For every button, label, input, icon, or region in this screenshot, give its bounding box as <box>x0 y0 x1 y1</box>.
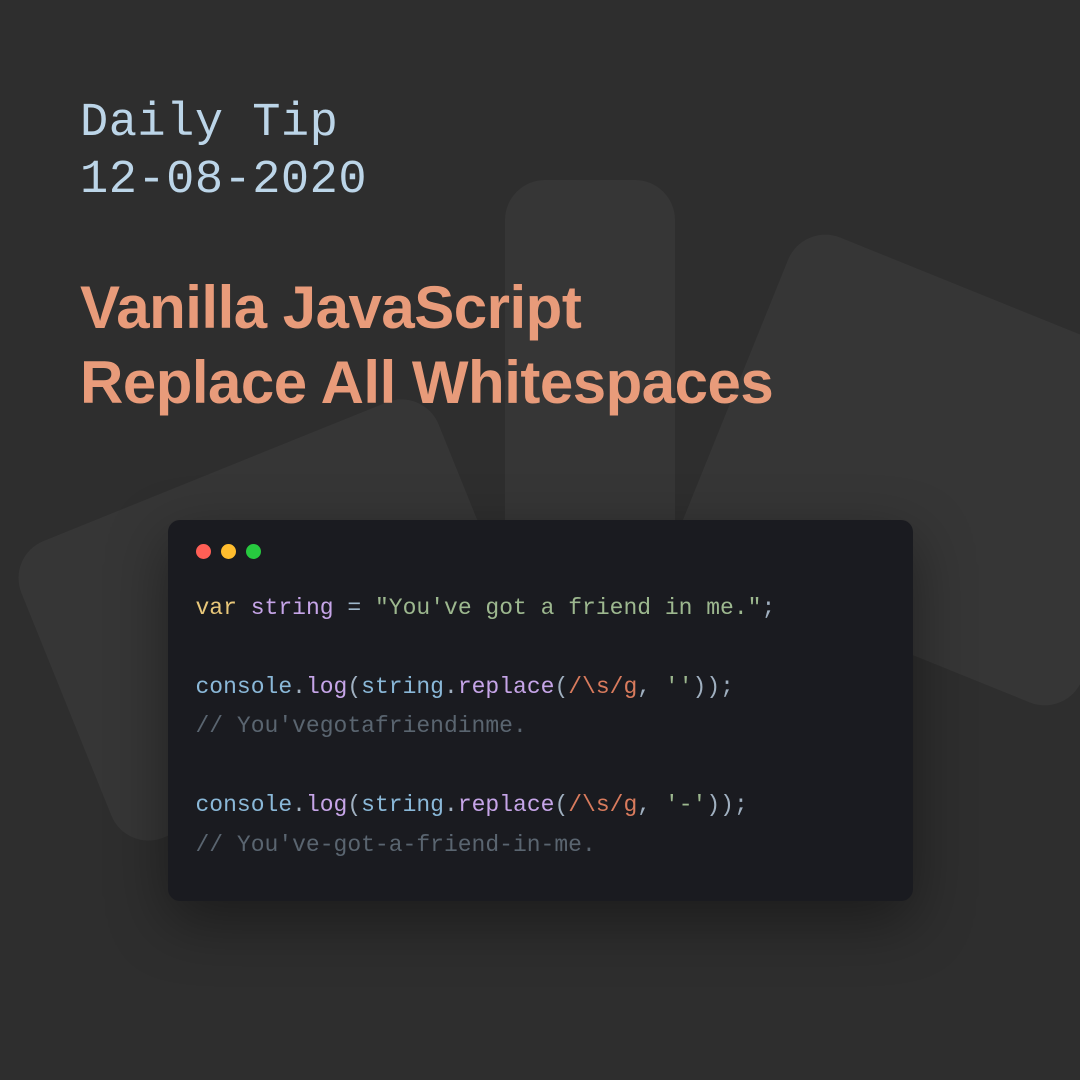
title-line: Vanilla JavaScript <box>80 270 1000 345</box>
code-block: var string = "You've got a friend in me.… <box>196 589 885 866</box>
comment: // You've-got-a-friend-in-me. <box>196 832 596 858</box>
title: Vanilla JavaScript Replace All Whitespac… <box>80 270 1000 420</box>
object: console <box>196 792 293 818</box>
regex: /\s/g <box>568 674 637 700</box>
string-literal: '-' <box>665 792 706 818</box>
window-controls <box>196 544 885 559</box>
function: log <box>306 792 347 818</box>
function: replace <box>458 674 555 700</box>
code-window: var string = "You've got a friend in me.… <box>168 520 913 902</box>
comma: , <box>637 792 651 818</box>
dot: . <box>444 792 458 818</box>
maximize-icon <box>246 544 261 559</box>
paren: ) <box>706 674 720 700</box>
header-label: Daily Tip <box>80 95 1000 152</box>
title-line: Replace All Whitespaces <box>80 345 1000 420</box>
paren: ( <box>347 674 361 700</box>
string-literal: "You've got a friend in me." <box>375 595 761 621</box>
variable-ref: string <box>361 792 444 818</box>
paren: ( <box>554 792 568 818</box>
comment: // You'vegotafriendinme. <box>196 713 527 739</box>
dot: . <box>444 674 458 700</box>
paren: ) <box>706 792 720 818</box>
paren: ) <box>720 792 734 818</box>
function: replace <box>458 792 555 818</box>
close-icon <box>196 544 211 559</box>
paren: ( <box>554 674 568 700</box>
comma: , <box>637 674 651 700</box>
paren: ) <box>693 674 707 700</box>
operator: = <box>347 595 361 621</box>
dot: . <box>292 674 306 700</box>
minimize-icon <box>221 544 236 559</box>
content: Daily Tip 12-08-2020 Vanilla JavaScript … <box>0 0 1080 901</box>
semicolon: ; <box>761 595 775 621</box>
object: console <box>196 674 293 700</box>
header-date: 12-08-2020 <box>80 152 1000 209</box>
regex: /\s/g <box>568 792 637 818</box>
paren: ( <box>347 792 361 818</box>
function: log <box>306 674 347 700</box>
variable: string <box>251 595 334 621</box>
keyword: var <box>196 595 237 621</box>
header: Daily Tip 12-08-2020 <box>80 95 1000 210</box>
variable-ref: string <box>361 674 444 700</box>
semicolon: ; <box>720 674 734 700</box>
semicolon: ; <box>734 792 748 818</box>
dot: . <box>292 792 306 818</box>
string-literal: '' <box>665 674 693 700</box>
